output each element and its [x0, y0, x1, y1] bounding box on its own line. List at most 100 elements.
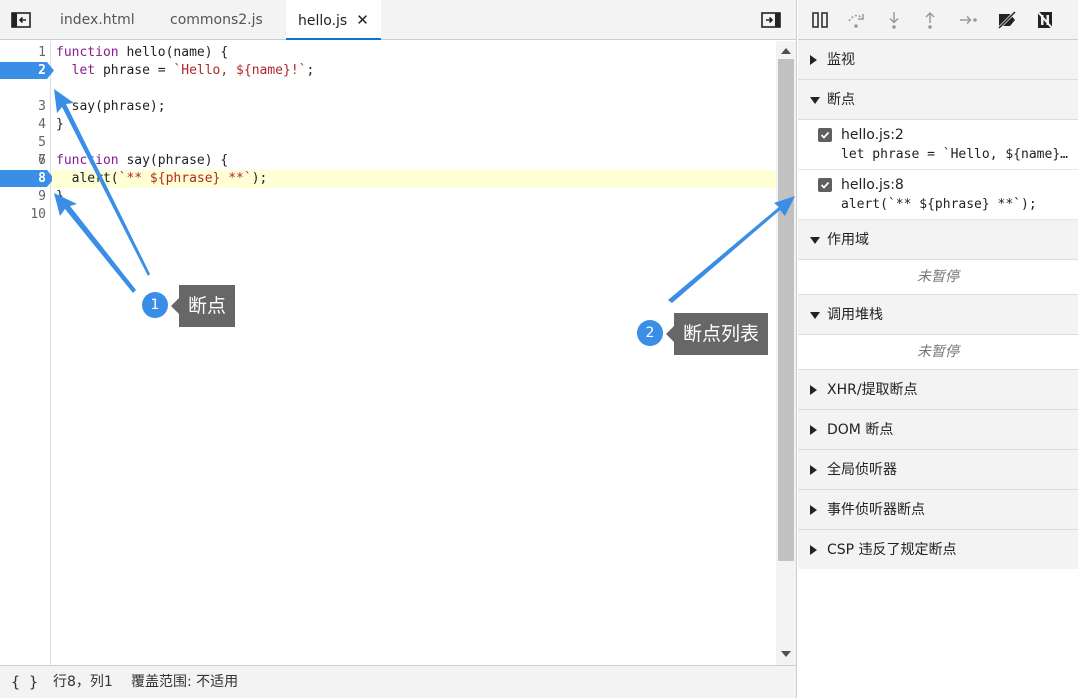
step-into-icon[interactable] — [883, 9, 905, 31]
annotation-callout: 断点列表 — [665, 313, 769, 355]
step-out-icon[interactable] — [919, 9, 941, 31]
pause-icon[interactable] — [809, 9, 831, 31]
code-text: ); — [251, 171, 268, 186]
step-over-icon[interactable] — [845, 9, 867, 31]
debugger-empty-area — [798, 569, 1078, 698]
line-number[interactable]: 10 — [0, 206, 46, 224]
collapse-icon — [810, 237, 820, 244]
collapse-icon — [810, 312, 820, 319]
expand-icon — [810, 505, 817, 515]
section-watch[interactable]: 监视 — [798, 40, 1078, 80]
step-icon[interactable] — [957, 9, 979, 31]
editor-scrollbar[interactable] — [776, 41, 796, 665]
section-xhr-breakpoints[interactable]: XHR/提取断点 — [798, 370, 1078, 410]
scroll-up-icon[interactable] — [781, 48, 791, 54]
coverage-status: 覆盖范围: 不适用 — [131, 674, 239, 690]
breakpoint-code: let phrase = `Hello, ${name}!`; — [841, 147, 1071, 162]
breakpoint-list-item[interactable]: hello.js:2 let phrase = `Hello, ${name}!… — [798, 120, 1078, 170]
string-literal: `Hello, ${name}!` — [173, 63, 307, 78]
line-number[interactable]: 1 — [0, 44, 46, 62]
section-title: 全局侦听器 — [827, 462, 897, 478]
debugger-toolbar — [798, 0, 1078, 40]
section-title: XHR/提取断点 — [827, 382, 918, 398]
scope-not-paused: 未暂停 — [798, 260, 1078, 295]
call-stack-not-paused: 未暂停 — [798, 335, 1078, 370]
code-line[interactable]: let phrase = `Hello, ${name}!`; — [56, 62, 315, 80]
string-literal: `** ${phrase} **` — [118, 171, 252, 186]
code-line[interactable]: } — [56, 116, 64, 134]
toggle-navigator-icon[interactable] — [10, 10, 32, 30]
section-title: 作用域 — [827, 232, 869, 248]
breakpoint-marker[interactable]: 8 — [0, 170, 54, 187]
section-scope[interactable]: 作用域 — [798, 220, 1078, 260]
tab-commons2-js[interactable]: commons2.js — [158, 0, 275, 39]
breakpoint-location: hello.js:8 — [841, 177, 904, 193]
code-text: } — [56, 117, 64, 132]
breakpoint-list-item[interactable]: hello.js:8 alert(`** ${phrase} **`); — [798, 170, 1078, 220]
code-text: alert( — [71, 171, 119, 186]
line-number[interactable]: 4 — [0, 116, 46, 134]
line-number-gutter[interactable]: 2 8 1 3 4 5 6 9 10 7 — [0, 41, 54, 665]
code-line[interactable]: say(phrase); — [56, 98, 166, 116]
code-line[interactable]: function say(phrase) { — [56, 152, 228, 170]
scroll-down-icon[interactable] — [781, 651, 791, 657]
collapse-icon — [810, 97, 820, 104]
status-bar: { } 行8，列1 覆盖范围: 不适用 — [0, 665, 796, 698]
breakpoint-line-number: 2 — [38, 63, 46, 78]
scrollbar-thumb[interactable] — [778, 59, 794, 561]
section-global-listeners[interactable]: 全局侦听器 — [798, 450, 1078, 490]
tab-hello-js[interactable]: hello.js ✕ — [286, 0, 381, 40]
line-number[interactable]: 9 — [0, 188, 46, 206]
editor-tab-bar: index.html commons2.js hello.js ✕ — [0, 0, 796, 40]
code-line[interactable]: } — [56, 188, 64, 206]
breakpoint-checkbox[interactable] — [818, 128, 832, 142]
section-title: 事件侦听器断点 — [827, 502, 925, 518]
tab-label: commons2.js — [170, 12, 263, 28]
breakpoint-marker[interactable]: 2 — [0, 62, 54, 79]
line-number[interactable]: 3 — [0, 98, 46, 116]
code-text: hello(name) { — [118, 45, 229, 60]
annotation-callout: 断点 — [170, 285, 236, 327]
annotation-badge: 2 — [637, 320, 663, 346]
code-text: say(phrase); — [71, 99, 166, 114]
keyword: let — [71, 63, 96, 78]
tab-label: index.html — [60, 12, 135, 28]
breakpoint-checkbox[interactable] — [818, 178, 832, 192]
section-event-listener-breakpoints[interactable]: 事件侦听器断点 — [798, 490, 1078, 530]
expand-icon — [810, 425, 817, 435]
section-breakpoints[interactable]: 断点 — [798, 80, 1078, 120]
line-number[interactable]: 7 — [0, 152, 46, 170]
section-title: DOM 断点 — [827, 422, 894, 438]
code-text: say(phrase) { — [118, 153, 229, 168]
debugger-pane: 监视 断点 hello.js:2 let phrase = `Hello, ${… — [798, 0, 1078, 698]
tab-label: hello.js — [298, 13, 348, 29]
section-title: CSP 违反了规定断点 — [827, 542, 957, 558]
cursor-position: 行8，列1 — [53, 674, 113, 690]
code-text: } — [56, 189, 64, 204]
tab-index-html[interactable]: index.html — [48, 0, 147, 39]
code-editor[interactable]: function hello(name) { let phrase = `Hel… — [52, 41, 776, 665]
code-line[interactable]: alert(`** ${phrase} **`); — [56, 170, 268, 188]
line-number[interactable]: 5 — [0, 134, 46, 152]
close-icon[interactable]: ✕ — [356, 11, 369, 29]
keyword: function — [56, 153, 119, 168]
expand-icon — [810, 55, 817, 65]
code-line[interactable]: function hello(name) { — [56, 44, 228, 62]
section-csp-breakpoints[interactable]: CSP 违反了规定断点 — [798, 530, 1078, 570]
section-title: 调用堆栈 — [827, 307, 883, 323]
breakpoint-code: alert(`** ${phrase} **`); — [841, 197, 1037, 212]
pretty-print-button[interactable]: { } — [11, 666, 38, 698]
expand-icon — [810, 545, 817, 555]
toggle-debugger-icon[interactable] — [760, 10, 782, 30]
expand-icon — [810, 465, 817, 475]
keyword: function — [56, 45, 119, 60]
deactivate-breakpoints-icon[interactable] — [996, 9, 1018, 31]
section-dom-breakpoints[interactable]: DOM 断点 — [798, 410, 1078, 450]
section-call-stack[interactable]: 调用堆栈 — [798, 295, 1078, 335]
annotation-badge: 1 — [142, 292, 168, 318]
pause-on-exceptions-icon[interactable] — [1034, 9, 1056, 31]
breakpoint-line-number: 8 — [38, 171, 46, 186]
